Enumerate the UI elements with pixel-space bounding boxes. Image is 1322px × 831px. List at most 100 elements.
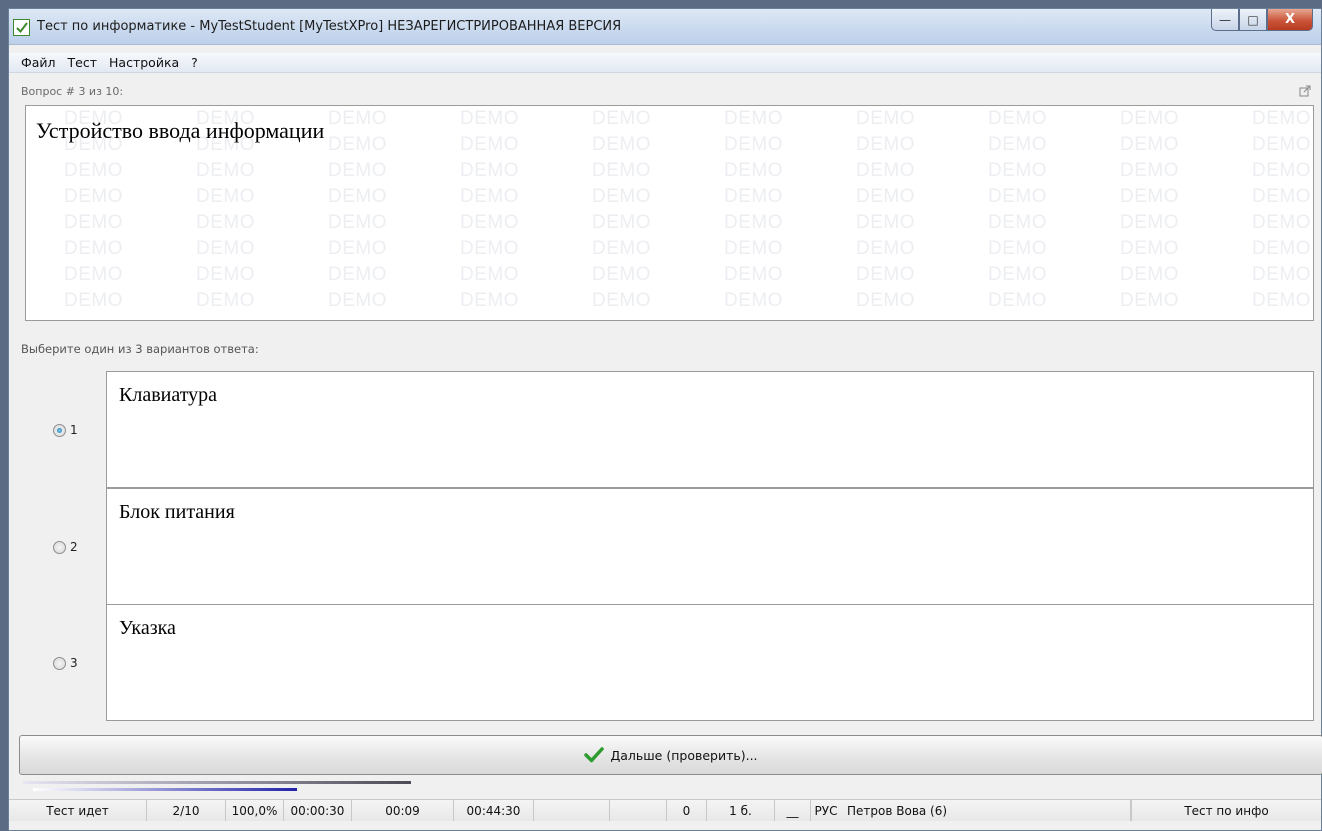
- watermark-text: DEMO: [460, 134, 519, 155]
- watermark-text: DEMO: [460, 264, 519, 285]
- status-points: 1 б.: [707, 800, 775, 821]
- watermark-text: DEMO: [1120, 264, 1179, 285]
- watermark-text: DEMO: [328, 186, 387, 207]
- title-bar[interactable]: Тест по информатике - MyTestStudent [MyT…: [9, 9, 1321, 45]
- minimize-button[interactable]: —: [1211, 9, 1239, 31]
- watermark-text: DEMO: [856, 134, 915, 155]
- answer-instruction: Выберите один из 3 вариантов ответа:: [21, 342, 259, 356]
- watermark-text: DEMO: [1252, 134, 1311, 155]
- watermark-text: DEMO: [724, 290, 783, 311]
- next-button-label: Дальше (проверить)...: [610, 747, 758, 763]
- external-window-icon[interactable]: [1299, 85, 1311, 97]
- watermark-text: DEMO: [196, 290, 255, 311]
- watermark-text: DEMO: [724, 108, 783, 129]
- time-progress-bar: [23, 781, 411, 791]
- watermark-text: DEMO: [328, 212, 387, 233]
- watermark-text: DEMO: [196, 238, 255, 259]
- answer-option-1[interactable]: 1 Клавиатура: [9, 371, 1321, 489]
- watermark-text: DEMO: [724, 186, 783, 207]
- status-elapsed: 00:00:30: [284, 800, 352, 821]
- answer-text: Указка: [119, 617, 176, 639]
- watermark-text: DEMO: [196, 264, 255, 285]
- watermark-text: DEMO: [592, 186, 651, 207]
- watermark-text: DEMO: [988, 134, 1047, 155]
- maximize-icon: □: [1247, 12, 1259, 27]
- watermark-text: DEMO: [1120, 186, 1179, 207]
- answer-box-3[interactable]: Указка: [106, 604, 1314, 721]
- watermark-text: DEMO: [196, 212, 255, 233]
- answer-radio-2[interactable]: 2: [53, 540, 78, 554]
- watermark-text: DEMO: [856, 160, 915, 181]
- watermark-text: DEMO: [592, 212, 651, 233]
- watermark-text: DEMO: [1120, 212, 1179, 233]
- answer-number: 2: [70, 540, 78, 554]
- answer-number: 3: [70, 656, 78, 670]
- watermark-text: DEMO: [988, 186, 1047, 207]
- watermark-text: DEMO: [64, 212, 123, 233]
- answer-box-1[interactable]: Клавиатура: [106, 371, 1314, 488]
- watermark-text: DEMO: [328, 238, 387, 259]
- watermark-text: DEMO: [64, 290, 123, 311]
- menu-test[interactable]: Тест: [62, 55, 103, 70]
- app-window: Тест по информатике - MyTestStudent [MyT…: [8, 8, 1322, 831]
- watermark-text: DEMO: [856, 212, 915, 233]
- watermark-text: DEMO: [856, 108, 915, 129]
- watermark-text: DEMO: [724, 264, 783, 285]
- minimize-icon: —: [1219, 12, 1231, 27]
- watermark-text: DEMO: [988, 238, 1047, 259]
- status-bar: Тест идет 2/10 100,0% 00:00:30 00:09 00:…: [9, 799, 1321, 821]
- watermark-text: DEMO: [724, 212, 783, 233]
- watermark-text: DEMO: [1120, 160, 1179, 181]
- answer-number: 1: [70, 423, 78, 437]
- question-text: Устройство ввода информации: [36, 118, 325, 143]
- watermark-text: DEMO: [856, 186, 915, 207]
- watermark-text: DEMO: [724, 134, 783, 155]
- watermark-text: DEMO: [460, 186, 519, 207]
- menu-settings[interactable]: Настройка: [103, 55, 185, 70]
- next-check-button[interactable]: Дальше (проверить)...: [19, 735, 1322, 775]
- watermark-text: DEMO: [592, 264, 651, 285]
- status-question-time: 00:09: [352, 800, 454, 821]
- status-underscore: __: [775, 800, 811, 821]
- status-state: Тест идет: [9, 800, 147, 821]
- close-button[interactable]: X: [1267, 9, 1313, 31]
- status-lang: РУС: [814, 803, 838, 818]
- watermark-text: DEMO: [592, 108, 651, 129]
- watermark-text: DEMO: [328, 160, 387, 181]
- maximize-button[interactable]: □: [1239, 9, 1267, 31]
- watermark-text: DEMO: [988, 160, 1047, 181]
- radio-selected-icon[interactable]: [53, 423, 66, 437]
- watermark-text: DEMO: [64, 186, 123, 207]
- progress-fill: [33, 788, 297, 791]
- menu-help[interactable]: ?: [185, 55, 204, 70]
- radio-icon[interactable]: [53, 656, 66, 670]
- progress-track: [23, 781, 411, 784]
- watermark-text: DEMO: [592, 238, 651, 259]
- watermark-text: DEMO: [460, 108, 519, 129]
- watermark-text: DEMO: [1120, 238, 1179, 259]
- status-score: 0: [667, 800, 707, 821]
- watermark-text: DEMO: [988, 290, 1047, 311]
- close-icon: X: [1284, 12, 1296, 27]
- status-time-left: 00:44:30: [454, 800, 534, 821]
- watermark-text: DEMO: [328, 108, 387, 129]
- radio-icon[interactable]: [53, 540, 66, 554]
- watermark-text: DEMO: [1120, 290, 1179, 311]
- watermark-text: DEMO: [988, 212, 1047, 233]
- status-empty-2: [610, 800, 667, 821]
- answer-option-3[interactable]: 3 Указка: [9, 604, 1321, 722]
- question-panel: DEMO DEMO DEMO DEMO DEMO DEMO DEMO DEMO DEMO DEMO…: [25, 105, 1314, 321]
- window-controls: — □ X: [1211, 9, 1313, 31]
- watermark-text: DEMO: [64, 160, 123, 181]
- answer-radio-1[interactable]: 1: [53, 423, 78, 437]
- answer-radio-3[interactable]: 3: [53, 656, 78, 670]
- status-empty-1: [534, 800, 610, 821]
- answer-text: Блок питания: [119, 501, 235, 523]
- watermark-text: DEMO: [1252, 108, 1311, 129]
- watermark-text: DEMO: [328, 264, 387, 285]
- menu-file[interactable]: Файл: [15, 55, 62, 70]
- watermark-text: DEMO: [1252, 238, 1311, 259]
- answer-option-2[interactable]: 2 Блок питания: [9, 488, 1321, 606]
- answer-box-2[interactable]: Блок питания: [106, 488, 1314, 605]
- watermark-text: DEMO: [460, 212, 519, 233]
